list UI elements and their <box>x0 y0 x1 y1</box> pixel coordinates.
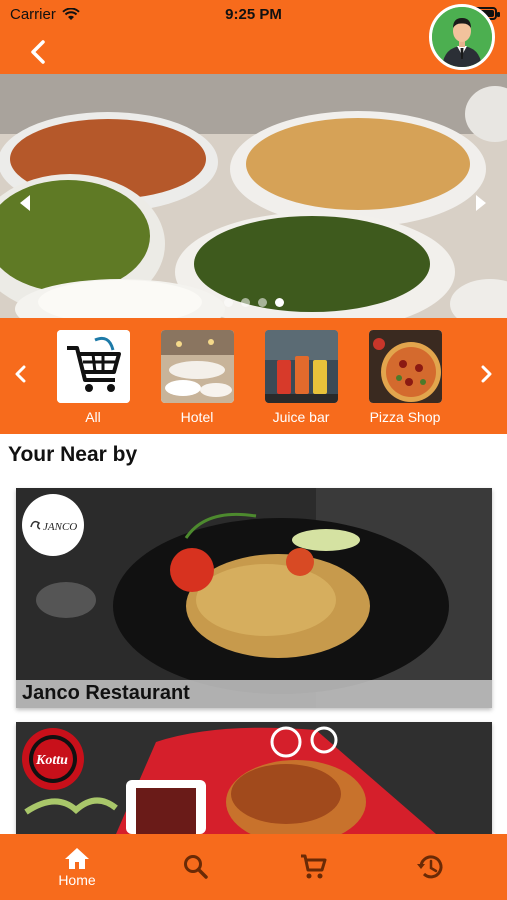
category-next-button[interactable] <box>475 362 499 386</box>
chevron-right-icon <box>481 365 492 383</box>
kottu-dish-image <box>16 722 492 834</box>
search-icon <box>184 855 208 879</box>
pizza-thumbnail <box>368 330 442 403</box>
nav-home[interactable]: Home <box>32 834 122 900</box>
page-dot[interactable] <box>224 298 233 307</box>
section-title-nearby: Your Near by <box>8 443 138 466</box>
svg-text:Kottu: Kottu <box>35 753 68 768</box>
restaurant-logo: Kottu <box>22 728 84 790</box>
triangle-right-icon <box>476 195 486 211</box>
chevron-left-icon <box>31 40 45 64</box>
clock: 9:25 PM <box>225 6 282 23</box>
chevron-left-icon <box>15 365 26 383</box>
nav-search[interactable] <box>151 834 241 900</box>
restaurant-logo: JANCO <box>22 494 84 556</box>
category-all[interactable]: All <box>51 330 135 425</box>
nav-cart[interactable] <box>268 834 358 900</box>
hero-carousel[interactable] <box>0 74 507 318</box>
kottu-logo: Kottu <box>29 735 77 783</box>
triangle-left-icon <box>20 195 30 211</box>
svg-text:JANCO: JANCO <box>43 521 77 533</box>
category-juice-bar[interactable]: Juice bar <box>259 330 343 425</box>
restaurant-name: Janco Restaurant <box>22 682 190 704</box>
category-label: Pizza Shop <box>369 409 441 425</box>
cart-icon <box>301 854 327 879</box>
category-label: Juice bar <box>272 409 330 425</box>
page-dot-active[interactable] <box>275 298 284 307</box>
businessman-avatar-icon <box>432 7 492 67</box>
category-hotel[interactable]: Hotel <box>155 330 239 425</box>
shopping-cart-icon <box>56 330 130 403</box>
back-button[interactable] <box>20 34 56 70</box>
history-icon <box>417 855 443 879</box>
nav-label: Home <box>58 872 96 888</box>
restaurant-card[interactable]: JANCO Janco Restaurant <box>16 488 492 708</box>
bottom-navigation: Home <box>0 834 507 900</box>
nav-history[interactable] <box>385 834 475 900</box>
category-label: All <box>85 409 101 425</box>
restaurant-card[interactable]: Kottu <box>16 722 492 834</box>
hotel-thumbnail <box>160 330 234 403</box>
restaurant-name-bar: Janco Restaurant <box>16 680 492 708</box>
home-icon <box>65 848 89 869</box>
carousel-page-indicator <box>224 298 284 307</box>
page-dot[interactable] <box>258 298 267 307</box>
hero-prev-button[interactable] <box>14 192 36 214</box>
page-dot[interactable] <box>241 298 250 307</box>
category-label: Hotel <box>180 409 214 425</box>
food-dishes-image <box>0 74 507 318</box>
janco-logo: JANCO <box>30 520 77 533</box>
juice-bar-thumbnail <box>264 330 338 403</box>
category-bar: All Hotel Juice bar Pizza Shop <box>0 318 507 434</box>
category-prev-button[interactable] <box>8 362 32 386</box>
hero-next-button[interactable] <box>470 192 492 214</box>
category-pizza-shop[interactable]: Pizza Shop <box>363 330 447 425</box>
fried-rice-image <box>16 488 492 708</box>
profile-avatar[interactable] <box>429 4 495 70</box>
